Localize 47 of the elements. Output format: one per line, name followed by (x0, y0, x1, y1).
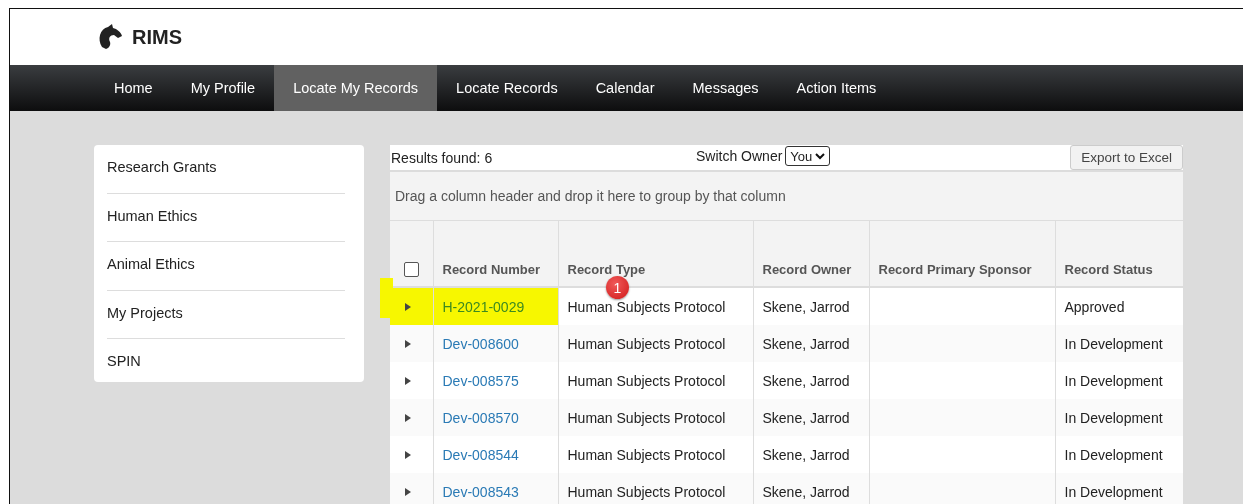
column-header[interactable]: Record Status (1055, 221, 1183, 287)
table-cell: Human Subjects Protocol (558, 436, 753, 473)
nav-tab[interactable]: Action Items (777, 65, 896, 111)
expand-arrow-icon[interactable] (404, 301, 412, 312)
nav-tab[interactable]: Messages (673, 65, 778, 111)
table-cell: Skene, Jarrod (753, 325, 869, 362)
table-cell: Approved (1055, 287, 1183, 325)
nav-tab[interactable]: Calendar (576, 65, 674, 111)
results-count: Results found: 6 (390, 149, 493, 166)
table-cell: Skene, Jarrod (753, 362, 869, 399)
table-cell: Human Subjects Protocol (558, 362, 753, 399)
nav-tab[interactable]: Locate Records (437, 65, 577, 111)
nav-tab[interactable]: Home (95, 65, 172, 111)
sidebar-item[interactable]: Human Ethics (107, 193, 345, 242)
nav-tab[interactable]: Locate My Records (274, 65, 438, 111)
table-cell: Skene, Jarrod (753, 473, 869, 504)
table-cell: Human Subjects Protocol (558, 473, 753, 504)
expand-arrow-icon[interactable] (404, 486, 412, 497)
table-cell: Skene, Jarrod (753, 436, 869, 473)
table-cell: In Development (1055, 473, 1183, 504)
export-button[interactable]: Export to Excel (1070, 145, 1183, 170)
switch-owner-label: Switch Owner (696, 148, 783, 164)
column-header[interactable]: Record Owner (753, 221, 869, 287)
expand-arrow-icon[interactable] (404, 375, 412, 386)
sidebar-item[interactable]: Research Grants (107, 145, 345, 194)
expand-arrow-icon[interactable] (404, 338, 412, 349)
table-cell: In Development (1055, 399, 1183, 436)
expand-arrow-icon[interactable] (404, 412, 412, 423)
chevron-down-icon (815, 152, 826, 160)
table-cell: Human Subjects Protocol (558, 325, 753, 362)
expand-arrow-icon[interactable] (404, 449, 412, 460)
table-cell: Human Subjects Protocol (558, 399, 753, 436)
table-cell: In Development (1055, 325, 1183, 362)
select-all-checkbox[interactable] (404, 262, 419, 277)
sidebar-item[interactable]: My Projects (107, 290, 345, 339)
owner-dropdown[interactable]: You (785, 146, 831, 166)
nav-tab[interactable]: My Profile (171, 65, 275, 111)
table-cell: In Development (1055, 362, 1183, 399)
table-cell: Skene, Jarrod (753, 287, 869, 325)
table-cell: Skene, Jarrod (753, 399, 869, 436)
sidebar-item[interactable]: SPIN (107, 339, 345, 387)
column-header[interactable]: Record Number (433, 221, 558, 287)
table-cell: In Development (1055, 436, 1183, 473)
group-by-hint: Drag a column header and drop it here to group by that column (390, 172, 1183, 221)
sidebar-item[interactable]: Animal Ethics (107, 242, 345, 291)
app-name: RIMS (132, 25, 182, 49)
column-header[interactable]: Record Primary Sponsor (869, 221, 1055, 287)
